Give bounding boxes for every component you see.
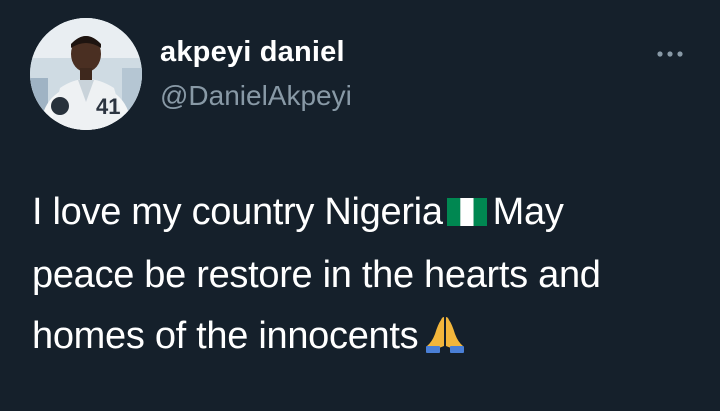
author-avatar[interactable]: 41 xyxy=(30,18,142,130)
folded-hands-icon xyxy=(424,312,466,373)
author-handle[interactable]: @DanielAkpeyi xyxy=(160,80,352,112)
tweet-text-segment: I love my country Nigeria xyxy=(32,191,443,233)
tweet-text-segment: May xyxy=(492,191,564,233)
author-display-name[interactable]: akpeyi daniel xyxy=(160,36,345,69)
nigeria-flag-icon xyxy=(446,184,487,245)
user-avatar-photo: 41 xyxy=(30,18,142,130)
tweet-text-line: peace be restore in the hearts and xyxy=(32,254,601,296)
svg-text:41: 41 xyxy=(96,94,120,119)
tweet-card: 41 akpeyi daniel @DanielAkpeyi I love my… xyxy=(0,0,720,411)
tweet-body: I love my country Nigeria May peace be re… xyxy=(32,182,702,373)
more-horizontal-icon[interactable] xyxy=(652,42,688,66)
tweet-text-line: homes of the innocents xyxy=(32,315,419,357)
